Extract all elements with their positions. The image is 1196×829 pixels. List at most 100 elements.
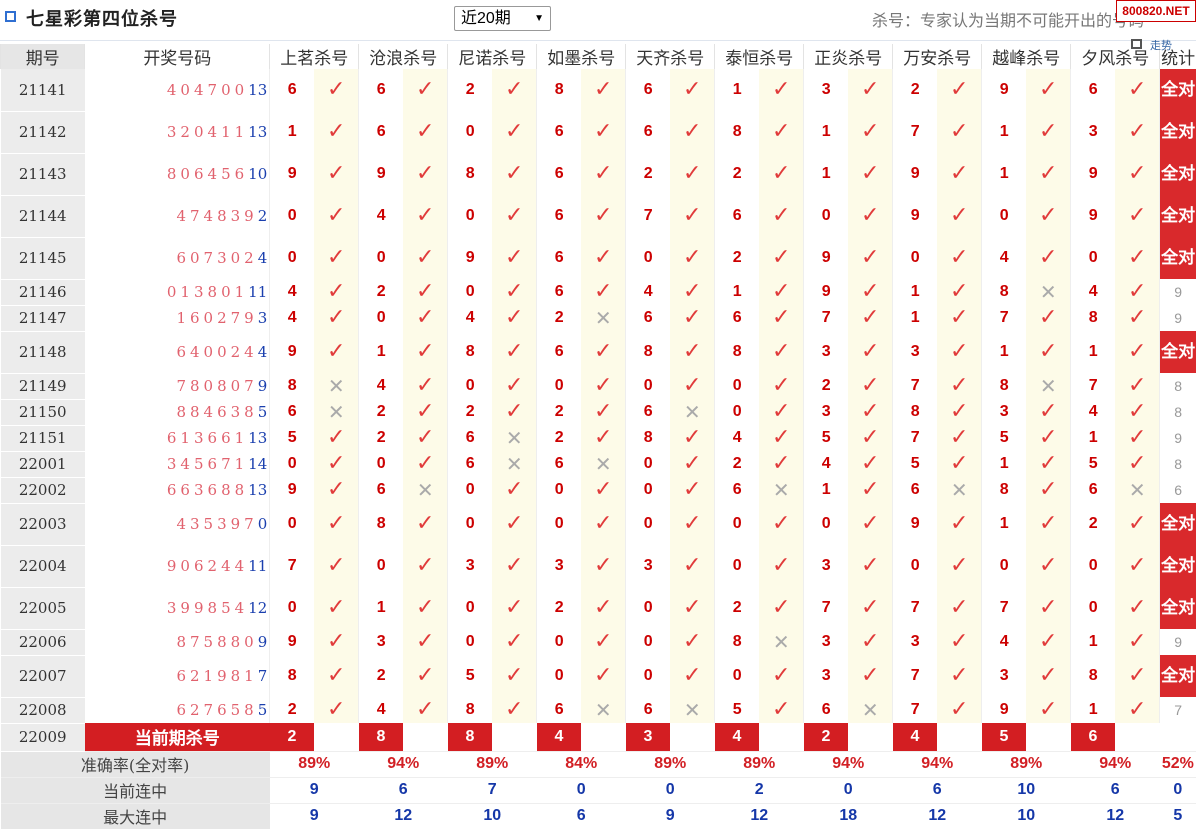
kill-number: 0 (1071, 545, 1116, 587)
dropdown-arrow-icon[interactable]: ▼ (534, 7, 544, 30)
empty-cell (403, 723, 448, 751)
summary-value: 6 (537, 803, 626, 829)
table-row: 2200687588099✓3✓0✓0✓0✓8✕3✓3✓4✓1✓9 (1, 629, 1196, 655)
check-icon: ✓ (1115, 373, 1160, 399)
check-icon: ✓ (581, 279, 626, 305)
kill-number: 2 (715, 587, 760, 629)
kill-number: 1 (1071, 425, 1116, 451)
all-correct-badge: 全对 (1160, 331, 1196, 373)
kill-number: 4 (982, 237, 1027, 279)
check-icon: ✓ (759, 195, 804, 237)
draw-digits: 399854 (167, 599, 248, 617)
check-icon: ✓ (759, 399, 804, 425)
kill-number: 6 (626, 305, 671, 331)
table-row: 21141404700136✓6✓2✓8✓6✓1✓3✓2✓9✓6✓全对 (1, 69, 1196, 111)
kill-number: 9 (804, 237, 849, 279)
check-icon: ✓ (314, 425, 359, 451)
kill-number: 3 (982, 399, 1027, 425)
check-icon: ✓ (1026, 503, 1071, 545)
kill-number: 0 (448, 587, 493, 629)
hit-count: 7 (1160, 697, 1196, 723)
col-header-expert: 沧浪杀号 (359, 44, 448, 69)
check-icon: ✓ (581, 153, 626, 195)
draw-digits: 613661 (167, 429, 248, 447)
kill-number: 3 (448, 545, 493, 587)
summary-stat: 52% (1160, 751, 1196, 777)
check-icon: ✓ (492, 587, 537, 629)
kill-number: 0 (448, 111, 493, 153)
check-icon: ✓ (670, 477, 715, 503)
site-logo[interactable]: 800820.NET (1116, 0, 1196, 22)
kill-number: 6 (537, 237, 582, 279)
check-icon: ✓ (1115, 69, 1160, 111)
empty-cell (581, 723, 626, 751)
check-icon: ✓ (492, 697, 537, 723)
kill-number: 0 (715, 373, 760, 399)
draw-digits: 320411 (167, 123, 248, 141)
kill-number: 3 (804, 69, 849, 111)
kill-number: 5 (270, 425, 315, 451)
trend-chart-icon[interactable] (1131, 39, 1142, 49)
check-icon: ✓ (1115, 331, 1160, 373)
draw-digits: 627658 (176, 701, 257, 719)
period-select[interactable]: 近20期 ▼ (454, 6, 551, 31)
check-icon: ✓ (581, 399, 626, 425)
check-icon: ✓ (759, 451, 804, 477)
kill-number: 6 (537, 153, 582, 195)
kill-number: 2 (537, 425, 582, 451)
col-header-expert: 泰恒杀号 (715, 44, 804, 69)
kill-number: 0 (448, 279, 493, 305)
check-icon: ✓ (403, 425, 448, 451)
kill-number: 9 (270, 153, 315, 195)
kill-number: 3 (804, 331, 849, 373)
kill-number: 2 (359, 399, 404, 425)
kill-number: 0 (537, 477, 582, 503)
summary-value: 12 (1071, 803, 1160, 829)
check-icon: ✓ (492, 195, 537, 237)
check-icon: ✓ (670, 279, 715, 305)
check-icon: ✓ (492, 69, 537, 111)
summary-value: 0 (804, 777, 893, 803)
summary-value: 0 (626, 777, 715, 803)
kill-number: 1 (1071, 629, 1116, 655)
check-icon: ✓ (1026, 237, 1071, 279)
period-cell: 21142 (1, 111, 85, 153)
check-icon: ✓ (492, 629, 537, 655)
table-row: 2114560730240✓0✓9✓6✓0✓2✓9✓0✓4✓0✓全对 (1, 237, 1196, 279)
kill-number: 0 (715, 545, 760, 587)
check-icon: ✓ (848, 373, 893, 399)
check-icon: ✓ (759, 425, 804, 451)
kill-number: 4 (448, 305, 493, 331)
kill-number: 6 (626, 697, 671, 723)
current-kill-number: 4 (537, 723, 582, 751)
check-icon: ✓ (670, 373, 715, 399)
period-cell: 21145 (1, 237, 85, 279)
draw-digits: 607302 (176, 249, 257, 267)
kill-number: 3 (804, 655, 849, 697)
kill-number: 0 (626, 451, 671, 477)
summary-value: 94% (804, 751, 893, 777)
kill-number: 1 (982, 331, 1027, 373)
check-icon: ✓ (403, 629, 448, 655)
kill-number: 9 (1071, 153, 1116, 195)
cross-icon: ✕ (670, 697, 715, 723)
kill-number: 6 (359, 477, 404, 503)
draw-last-number: 2 (258, 207, 268, 225)
check-icon: ✓ (581, 477, 626, 503)
kill-number: 8 (359, 503, 404, 545)
kill-number: 8 (537, 69, 582, 111)
all-correct-badge: 全对 (1160, 545, 1196, 587)
check-icon: ✓ (403, 69, 448, 111)
kill-number: 9 (359, 153, 404, 195)
col-header-expert: 万安杀号 (893, 44, 982, 69)
kill-number: 9 (270, 477, 315, 503)
kill-number: 3 (626, 545, 671, 587)
kill-number: 8 (626, 425, 671, 451)
trend-chart-link[interactable]: 走势 (1150, 37, 1172, 53)
current-kill-number: 2 (270, 723, 315, 751)
check-icon: ✓ (492, 503, 537, 545)
kill-number: 9 (893, 153, 938, 195)
kill-number: 0 (359, 451, 404, 477)
check-icon: ✓ (314, 111, 359, 153)
check-icon: ✓ (1115, 153, 1160, 195)
